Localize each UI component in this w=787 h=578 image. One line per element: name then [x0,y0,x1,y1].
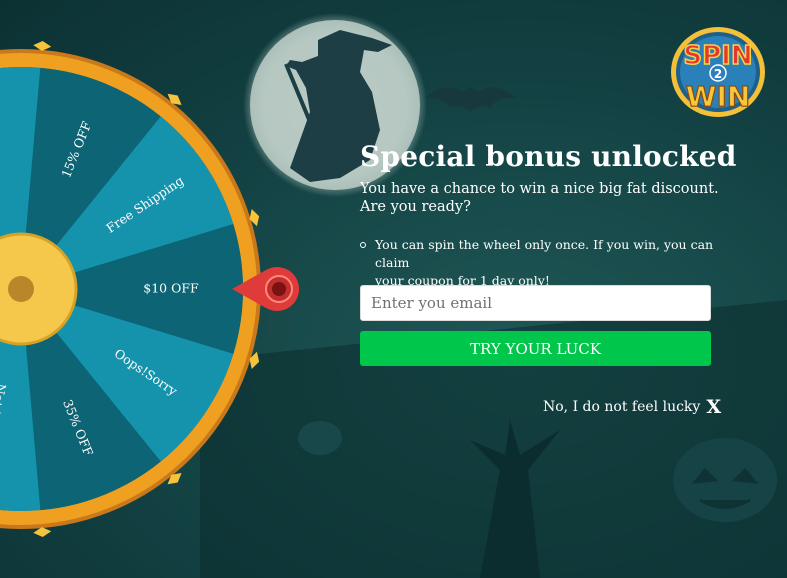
bullet-icon [360,242,366,248]
pumpkin-right [673,438,777,522]
popup-subtitle: You have a chance to win a nice big fat … [360,180,720,216]
decline-label: No, I do not feel lucky [543,399,701,415]
try-your-luck-button[interactable]: TRY YOUR LUCK [360,331,711,366]
popup-title: Special bonus unlocked [360,140,737,173]
logo-2-text: 2 [714,67,722,81]
subtitle-line-2: Are you ready? [360,199,471,215]
email-input[interactable] [360,285,711,321]
decline-link[interactable]: No, I do not feel lucky X [543,396,721,418]
note-line-1: You can spin the wheel only once. If you… [375,237,714,270]
wheel-segment-label: $10 OFF [143,281,199,296]
wheel-hub-center [8,276,34,302]
spin-2-win-logo: SPIN 2 WIN [671,27,765,117]
logo-win-text: WIN [686,80,751,113]
spin-rules-note: You can spin the wheel only once. If you… [360,236,735,290]
prize-wheel[interactable]: Oops!Sorry15% OFFFree Shipping$10 OFFOop… [0,0,330,578]
bat-silhouette [425,87,515,112]
close-icon[interactable]: X [706,396,721,418]
subtitle-line-1: You have a chance to win a nice big fat … [360,181,719,197]
